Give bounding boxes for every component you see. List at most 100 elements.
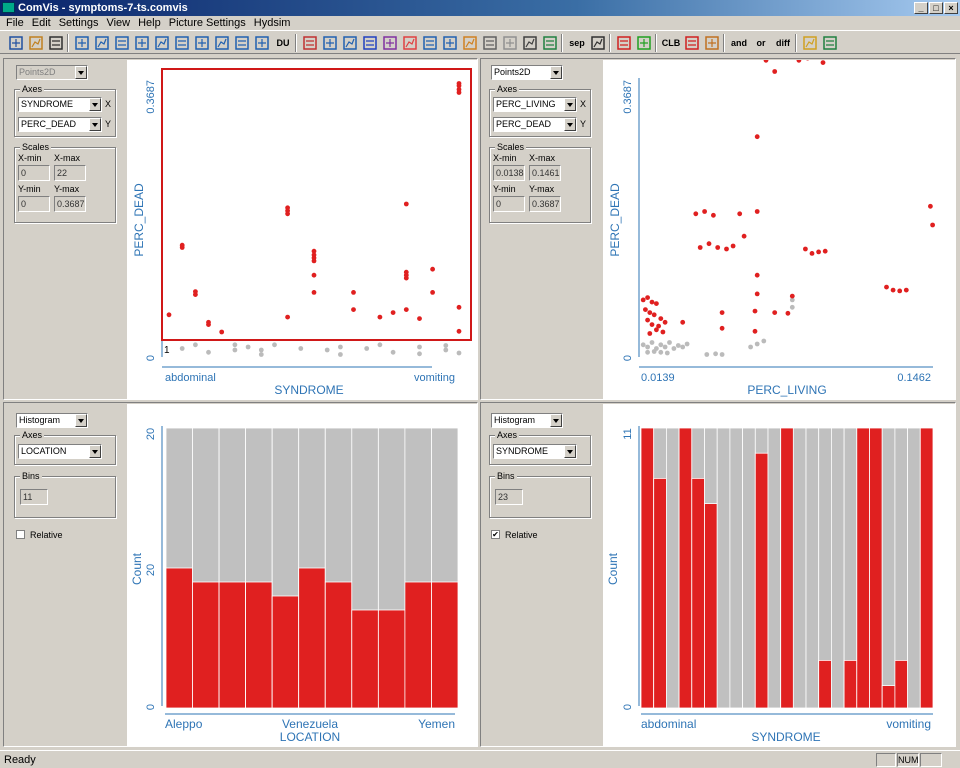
- xmin-field[interactable]: 0: [18, 165, 50, 181]
- timeseries-button[interactable]: [440, 33, 460, 53]
- view-type-select[interactable]: Histogram: [16, 413, 88, 428]
- histogram-chart[interactable]: 20 20 0 Count Aleppo Venezuela Yemen LOC…: [127, 404, 477, 746]
- chevron-down-icon[interactable]: [89, 118, 101, 131]
- layout-10-button[interactable]: [252, 33, 272, 53]
- parallel-coords-button[interactable]: [380, 33, 400, 53]
- layout-1-button[interactable]: [72, 33, 92, 53]
- menu-help[interactable]: Help: [134, 16, 165, 30]
- menu-picture-settings[interactable]: Picture Settings: [165, 16, 250, 30]
- brush-selection-rect[interactable]: [161, 68, 472, 341]
- histogram-bar-selected[interactable]: [919, 427, 934, 709]
- histogram-bar-selected[interactable]: [271, 595, 300, 709]
- layout-6-button[interactable]: [172, 33, 192, 53]
- histogram-bar-total[interactable]: [666, 427, 680, 709]
- histogram-bar-total[interactable]: [805, 427, 820, 709]
- x-axis-select[interactable]: PERC_LIVING: [493, 97, 577, 112]
- or-button[interactable]: or: [750, 33, 772, 53]
- pie-button[interactable]: [400, 33, 420, 53]
- minimize-button[interactable]: _: [914, 2, 928, 14]
- menu-file[interactable]: File: [2, 16, 28, 30]
- histogram-bar-selected[interactable]: [298, 567, 326, 709]
- and-button[interactable]: and: [728, 33, 750, 53]
- ymax-field[interactable]: 0.36873: [54, 196, 86, 212]
- x-axis-select[interactable]: SYNDROME: [493, 444, 577, 459]
- chevron-down-icon[interactable]: [89, 98, 101, 111]
- ymin-field[interactable]: 0: [493, 196, 525, 212]
- histogram-bar-selected[interactable]: [818, 659, 832, 709]
- histogram-plot-area[interactable]: 11 0 Count abdominal vomiting SYNDROME: [603, 404, 955, 746]
- histogram-bar-selected[interactable]: [780, 427, 794, 709]
- chevron-down-icon[interactable]: [550, 414, 562, 427]
- ymax-field[interactable]: 0.36873: [529, 196, 561, 212]
- x-axis-select[interactable]: LOCATION: [18, 444, 102, 459]
- sep-button[interactable]: sep: [566, 33, 588, 53]
- scatter-plot-area[interactable]: 0.3687 0 PERC_DEAD abdominal vomiting SY…: [127, 60, 477, 399]
- paint-button[interactable]: [702, 33, 722, 53]
- histogram-bar-selected[interactable]: [640, 427, 655, 709]
- surface-button[interactable]: [520, 33, 540, 53]
- xmin-field[interactable]: 0.01388: [493, 165, 525, 181]
- bins-field[interactable]: 11: [20, 489, 48, 505]
- map-button[interactable]: [540, 33, 560, 53]
- histogram-plot-area[interactable]: 20 20 0 Count Aleppo Venezuela Yemen LOC…: [127, 404, 477, 746]
- histogram-bar-selected[interactable]: [843, 659, 858, 709]
- histogram-bar-selected[interactable]: [218, 581, 246, 709]
- histogram-bar-selected[interactable]: [404, 581, 432, 709]
- histogram-bar-selected[interactable]: [881, 685, 896, 709]
- histogram-bar-selected[interactable]: [192, 581, 220, 709]
- delete-button[interactable]: [682, 33, 702, 53]
- menu-edit[interactable]: Edit: [28, 16, 55, 30]
- chevron-down-icon[interactable]: [564, 445, 576, 458]
- histogram-button[interactable]: [420, 33, 440, 53]
- scatter-chart[interactable]: 0.3687 0 PERC_DEAD abdominal vomiting SY…: [127, 60, 477, 399]
- star-button[interactable]: [500, 33, 520, 53]
- histogram-bar-selected[interactable]: [245, 581, 273, 709]
- menu-hydsim[interactable]: Hydsim: [250, 16, 295, 30]
- save-button[interactable]: [46, 33, 66, 53]
- axes-button[interactable]: [340, 33, 360, 53]
- curve-button[interactable]: [460, 33, 480, 53]
- histogram-bar-selected[interactable]: [377, 609, 406, 709]
- histogram-bar-total[interactable]: [907, 427, 921, 709]
- scatter-button[interactable]: [320, 33, 340, 53]
- layout-4-button[interactable]: [132, 33, 152, 53]
- du-button[interactable]: DU: [272, 33, 294, 53]
- notes-button[interactable]: [820, 33, 840, 53]
- histogram-bar-total[interactable]: [767, 427, 782, 709]
- xmax-field[interactable]: 22: [54, 165, 86, 181]
- histogram-bar-selected[interactable]: [754, 452, 769, 709]
- histogram-bar-selected[interactable]: [869, 427, 883, 709]
- histogram-bar-total[interactable]: [792, 427, 807, 709]
- chevron-down-icon[interactable]: [550, 66, 562, 79]
- open-button[interactable]: [26, 33, 46, 53]
- folder-button[interactable]: [800, 33, 820, 53]
- chevron-down-icon[interactable]: [89, 445, 101, 458]
- relative-checkbox[interactable]: ✔: [491, 530, 500, 539]
- maximize-button[interactable]: □: [929, 2, 943, 14]
- menu-view[interactable]: View: [102, 16, 134, 30]
- hammer-button[interactable]: [588, 33, 608, 53]
- y-axis-select[interactable]: PERC_DEAD: [18, 117, 102, 132]
- histogram-bar-selected[interactable]: [856, 427, 870, 709]
- histogram-bar-total[interactable]: [881, 427, 896, 709]
- nodes-button[interactable]: [634, 33, 654, 53]
- xmax-field[interactable]: 0.14619: [529, 165, 561, 181]
- x-axis-select[interactable]: SYNDROME: [18, 97, 102, 112]
- histogram-bar-selected[interactable]: [704, 503, 718, 709]
- view-type-select[interactable]: Points2D: [16, 65, 88, 80]
- chevron-down-icon[interactable]: [75, 414, 87, 427]
- histogram-bar-selected[interactable]: [351, 609, 379, 709]
- histogram-bar-total[interactable]: [716, 427, 731, 709]
- y-axis-select[interactable]: PERC_DEAD: [493, 117, 577, 132]
- linked-views-button[interactable]: [614, 33, 634, 53]
- layout-9-button[interactable]: [232, 33, 252, 53]
- chevron-down-icon[interactable]: [75, 66, 87, 79]
- menu-settings[interactable]: Settings: [55, 16, 103, 30]
- histogram-bar-selected[interactable]: [653, 478, 667, 709]
- bins-field[interactable]: 23: [495, 489, 523, 505]
- scatter-chart[interactable]: 0.3687 0 PERC_DEAD 0.0139 0.1462 PERC_LI…: [603, 54, 955, 399]
- diff-button[interactable]: diff: [772, 33, 794, 53]
- clb-button[interactable]: CLB: [660, 33, 682, 53]
- brush-button[interactable]: [300, 33, 320, 53]
- histogram-bar-total[interactable]: [729, 427, 744, 709]
